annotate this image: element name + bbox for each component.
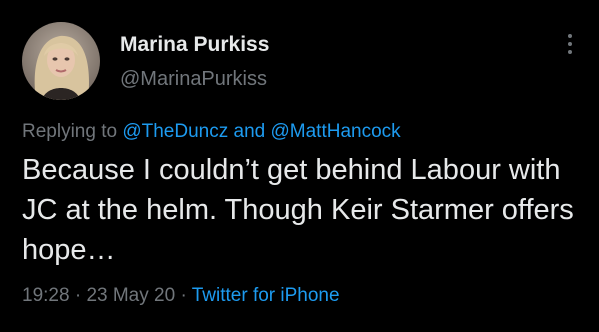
- avatar[interactable]: [22, 22, 100, 100]
- dot: [568, 50, 572, 54]
- author-display-name[interactable]: Marina Purkiss: [120, 33, 269, 57]
- replying-to-line: Replying to @TheDuncz and @MattHancock: [22, 121, 401, 143]
- tweet-date[interactable]: 23 May 20: [86, 285, 175, 306]
- mention-link-theduncz[interactable]: @TheDuncz: [122, 121, 228, 142]
- replying-to-label: Replying to: [22, 121, 118, 142]
- meta-separator: ·: [180, 285, 187, 306]
- tweet-meta: 19:28 · 23 May 20 · Twitter for iPhone: [22, 285, 340, 307]
- mention-link-matthancock[interactable]: @MattHancock: [271, 121, 401, 142]
- vertical-ellipsis-icon[interactable]: [562, 34, 578, 60]
- dot: [568, 42, 572, 46]
- dot: [568, 34, 572, 38]
- profile-photo-icon: [22, 22, 100, 100]
- meta-separator: ·: [74, 285, 82, 306]
- replying-conjunction: and: [233, 121, 266, 142]
- tweet-source-link[interactable]: Twitter for iPhone: [192, 285, 340, 306]
- author-handle[interactable]: @MarinaPurkiss: [120, 68, 267, 91]
- tweet-time[interactable]: 19:28: [22, 285, 70, 306]
- tweet-card: Marina Purkiss @MarinaPurkiss Replying t…: [0, 0, 599, 332]
- tweet-text: Because I couldn’t get behind Labour wit…: [22, 154, 574, 266]
